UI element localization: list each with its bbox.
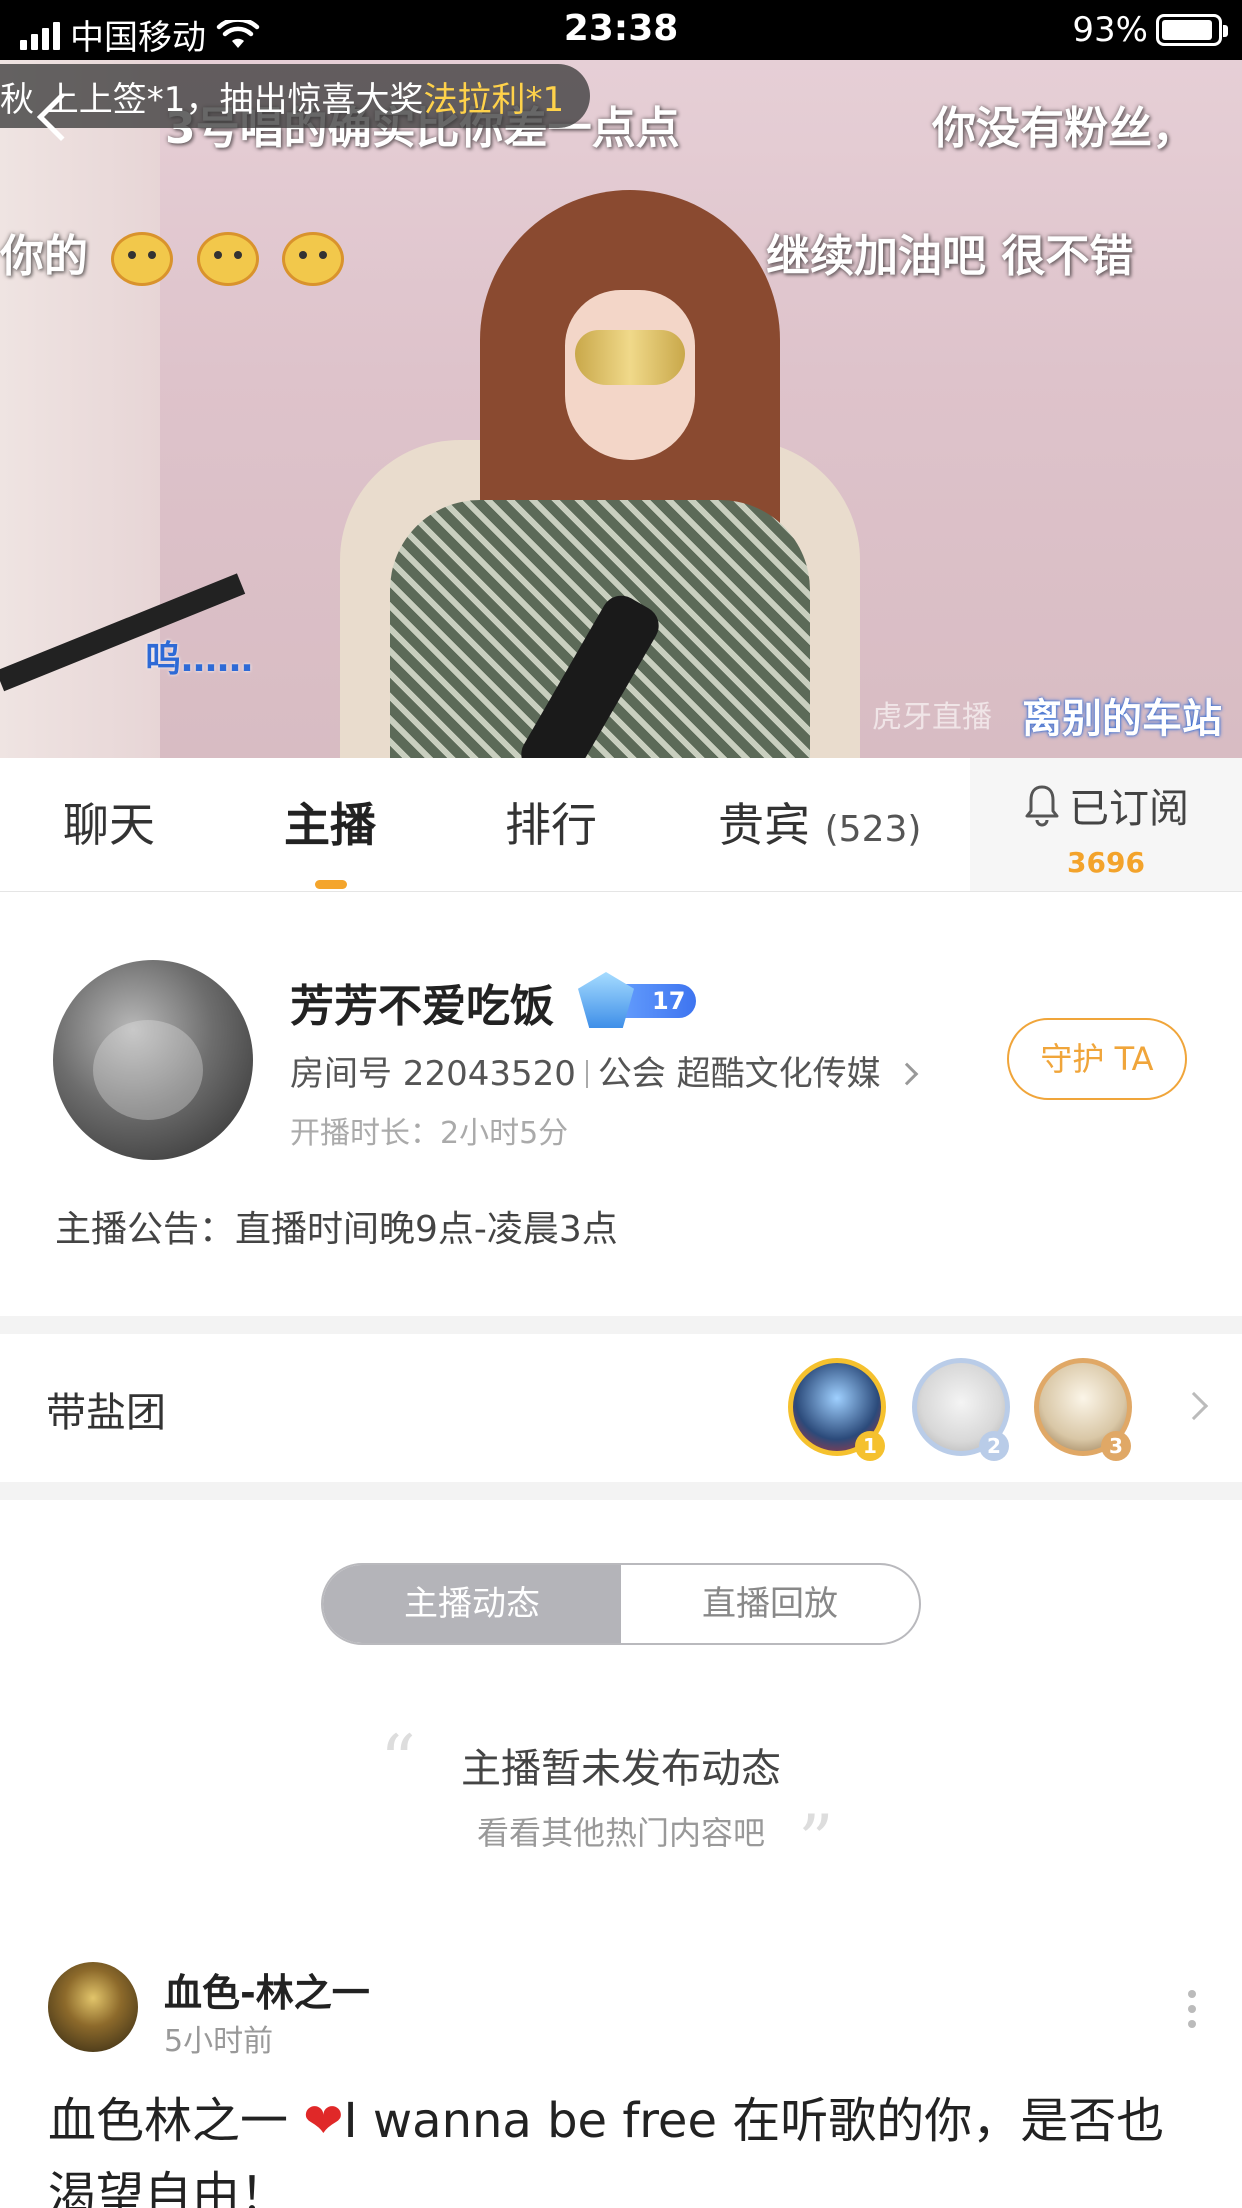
- segment-streamer-posts[interactable]: 主播动态: [323, 1565, 621, 1643]
- fan-rank-2: 2: [979, 1431, 1009, 1461]
- fan-group-title: 带盐团: [46, 1390, 166, 1436]
- heart-icon: ❤: [303, 2093, 344, 2149]
- platform-watermark: 虎牙直播: [872, 700, 992, 735]
- song-title-watermark: 离别的车站: [1022, 696, 1222, 742]
- danmaku-3-text: 你的: [0, 231, 88, 282]
- tab-bar: 聊天 主播 排行 贵宾 (523) 已订阅 3696: [0, 758, 1242, 892]
- danmaku-3: 你的: [0, 220, 344, 286]
- diamond-icon: [578, 972, 634, 1028]
- tab-vip-label: 贵宾: [718, 798, 810, 852]
- tab-chat[interactable]: 聊天: [63, 758, 155, 892]
- streamer-avatar[interactable]: [53, 960, 253, 1160]
- status-time: 23:38: [563, 8, 679, 49]
- live-duration: 开播时长：2小时5分: [290, 1116, 569, 1151]
- level-badge: 17: [578, 972, 696, 1028]
- subscriber-count: 3696: [1067, 846, 1145, 879]
- guild-name: 公会 超酷文化传媒: [597, 1054, 881, 1094]
- post-text[interactable]: 血色林之一 ❤I wanna be free 在听歌的你，是否也渴望自由！: [48, 2084, 1198, 2208]
- banner-highlight: 法拉利*1: [423, 79, 565, 120]
- chevron-right-icon: [1179, 1391, 1209, 1421]
- room-info[interactable]: 房间号 22043520 公会 超酷文化传媒: [290, 1046, 919, 1095]
- fan-rank-1: 1: [855, 1431, 885, 1461]
- streamer-name: 芳芳不爱吃饭: [290, 981, 554, 1032]
- fan-avatar-3[interactable]: 3: [1034, 1358, 1132, 1461]
- more-options-icon[interactable]: [1188, 1990, 1196, 2028]
- tab-vip[interactable]: 贵宾 (523): [718, 758, 921, 892]
- video-streamer-mask: [575, 330, 685, 385]
- section-divider: [0, 1482, 1242, 1500]
- post-text-start: 血色林之一: [48, 2093, 304, 2149]
- streamer-notice: 主播公告：直播时间晚9点-凌晨3点: [55, 1209, 618, 1250]
- fan-rank-3: 3: [1101, 1431, 1131, 1461]
- tab-ranking[interactable]: 排行: [505, 758, 597, 892]
- chevron-right-icon: [895, 1062, 919, 1086]
- status-bar: 中国移动 23:38 93%: [0, 0, 1242, 60]
- guard-button[interactable]: 守护 TA: [1007, 1018, 1187, 1100]
- post-author-avatar[interactable]: [48, 1962, 138, 2052]
- post-time: 5小时前: [164, 2024, 274, 2059]
- subscribe-button[interactable]: 已订阅 3696: [970, 758, 1242, 891]
- fan-group-row[interactable]: 带盐团 1 2 3: [0, 1334, 1242, 1482]
- danmaku-2: 你没有粉丝，: [932, 103, 1196, 154]
- post-author-name[interactable]: 血色-林之一: [164, 1962, 370, 2017]
- fan-avatar-2[interactable]: 2: [912, 1358, 1010, 1461]
- fan-avatar-1[interactable]: 1: [788, 1358, 886, 1461]
- bell-icon: [1025, 785, 1059, 827]
- empty-state-title: 主播暂未发布动态: [461, 1746, 781, 1792]
- battery-percent: 93%: [1072, 10, 1148, 50]
- room-number: 房间号 22043520: [290, 1054, 576, 1094]
- emoji-icon: [196, 232, 259, 286]
- live-video[interactable]: 3号唱的确实比你差一点点 你没有粉丝， 你的 继续加油吧 很不错 呜…… 秋 上…: [0, 60, 1242, 758]
- section-divider: [0, 1316, 1242, 1334]
- segment-replays[interactable]: 直播回放: [621, 1565, 919, 1643]
- empty-state-subtitle: 看看其他热门内容吧: [476, 1814, 765, 1852]
- danmaku-4: 继续加油吧 很不错: [766, 231, 1134, 282]
- tab-vip-count: (523): [824, 809, 922, 850]
- danmaku-5: 呜……: [145, 639, 254, 680]
- status-right: 93%: [1072, 10, 1228, 50]
- emoji-icon: [281, 232, 344, 286]
- divider: [585, 1060, 588, 1088]
- close-quote-icon: ”: [798, 1800, 834, 1882]
- content-segmented-control: 主播动态 直播回放: [321, 1563, 921, 1645]
- active-tab-indicator: [315, 880, 347, 889]
- subscribe-label: 已订阅: [1069, 786, 1189, 832]
- emoji-icon: [111, 232, 174, 286]
- lottery-banner: 秋 上上签*1，抽出惊喜大奖 法拉利*1: [0, 64, 591, 128]
- battery-icon: [1156, 14, 1228, 46]
- tab-streamer[interactable]: 主播: [284, 758, 376, 892]
